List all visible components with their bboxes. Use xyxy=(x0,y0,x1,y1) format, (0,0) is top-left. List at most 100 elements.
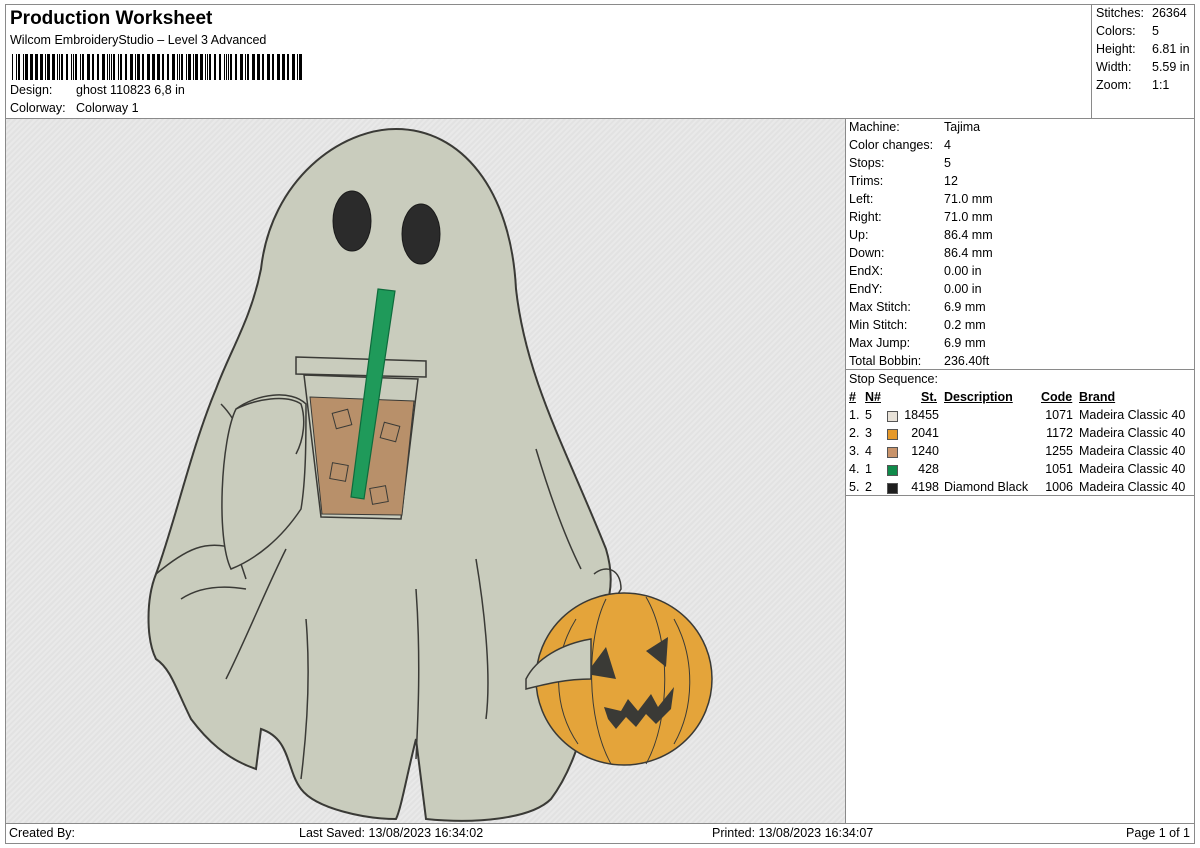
stop-needle: 4 xyxy=(865,444,872,458)
colorway-row: Colorway: Colorway 1 xyxy=(10,101,139,115)
info-value: 6.9 mm xyxy=(944,300,986,314)
ghost-left-eye xyxy=(332,190,372,252)
summary-label: Width: xyxy=(1096,60,1132,74)
summary-row: Width: 5.59 in xyxy=(1096,60,1190,74)
info-label: EndY: xyxy=(849,282,883,296)
info-row: Down: 86.4 mm xyxy=(849,246,993,264)
summary-value: 6.81 in xyxy=(1152,42,1190,56)
page-number: Page 1 of 1 xyxy=(1126,826,1190,840)
stop-index: 3. xyxy=(849,444,860,458)
info-row: Up: 86.4 mm xyxy=(849,228,993,246)
col-header-code: Code xyxy=(1041,390,1073,404)
summary-value: 1:1 xyxy=(1152,78,1170,92)
worksheet-header: Production Worksheet Wilcom EmbroiderySt… xyxy=(5,4,1092,119)
created-by: Created By: xyxy=(9,826,76,840)
info-value: 0.00 in xyxy=(944,264,982,278)
stop-index: 5. xyxy=(849,480,860,494)
summary-row: Height: 6.81 in xyxy=(1096,42,1190,56)
thread-color-swatch xyxy=(887,465,898,476)
design-label: Design: xyxy=(10,83,53,97)
stop-sequence-row: 3. 4 1240 1255 Madeira Classic 40 xyxy=(846,444,1194,462)
info-row: Max Jump: 6.9 mm xyxy=(849,336,986,354)
ghost-right-eye xyxy=(401,203,441,265)
summary-row: Zoom: 1:1 xyxy=(1096,78,1169,92)
stop-description: Diamond Black xyxy=(944,480,1029,494)
info-label: Min Stitch: xyxy=(849,318,908,332)
stop-index: 2. xyxy=(849,426,860,440)
stop-index: 1. xyxy=(849,408,860,422)
info-row: EndX: 0.00 in xyxy=(849,264,982,282)
worksheet-footer: Created By: Last Saved: 13/08/2023 16:34… xyxy=(5,823,1195,844)
info-value: 86.4 mm xyxy=(944,228,993,242)
machine-info-panel: Machine: Tajima Color changes: 4 Stops: 5 Trim… xyxy=(845,118,1195,824)
info-label: Max Stitch: xyxy=(849,300,911,314)
thread-color-swatch xyxy=(887,483,898,494)
info-value: 0.00 in xyxy=(944,282,982,296)
stop-needle: 2 xyxy=(865,480,872,494)
info-label: Max Jump: xyxy=(849,336,911,350)
summary-box: Stitches: 26364 Colors: 5 Height: 6.81 in W… xyxy=(1091,4,1195,119)
design-preview xyxy=(5,118,846,824)
summary-label: Height: xyxy=(1096,42,1136,56)
col-header-description: Description xyxy=(944,390,1013,404)
info-label: Trims: xyxy=(849,174,884,188)
info-label: Right: xyxy=(849,210,882,224)
stop-stitches: 428 xyxy=(918,462,939,476)
info-row: Left: 71.0 mm xyxy=(849,192,993,210)
info-row: Max Stitch: 6.9 mm xyxy=(849,300,986,318)
divider xyxy=(846,369,1194,370)
info-row: Min Stitch: 0.2 mm xyxy=(849,318,986,336)
info-value: 5 xyxy=(944,156,951,170)
col-header-needle: N# xyxy=(865,390,881,404)
page-title: Production Worksheet xyxy=(10,8,213,29)
info-label: Color changes: xyxy=(849,138,934,152)
info-row: Machine: Tajima xyxy=(849,120,980,138)
info-row: Trims: 12 xyxy=(849,174,958,192)
info-label: Up: xyxy=(849,228,869,242)
summary-value: 26364 xyxy=(1152,6,1187,20)
stop-code: 1255 xyxy=(1045,444,1073,458)
col-header-index: # xyxy=(849,390,856,404)
info-value: 86.4 mm xyxy=(944,246,993,260)
info-value: 236.40ft xyxy=(944,354,990,368)
stop-needle: 3 xyxy=(865,426,872,440)
info-row: Color changes: 4 xyxy=(849,138,951,156)
stop-stitches: 4198 xyxy=(911,480,939,494)
stop-index: 4. xyxy=(849,462,860,476)
info-value: 4 xyxy=(944,138,951,152)
col-header-brand: Brand xyxy=(1079,390,1116,404)
software-name: Wilcom EmbroideryStudio – Level 3 Advanc… xyxy=(10,33,267,47)
stop-code: 1071 xyxy=(1045,408,1073,422)
stop-stitches: 18455 xyxy=(904,408,939,422)
design-value: ghost 110823 6,8 in xyxy=(76,83,185,97)
summary-label: Stitches: xyxy=(1096,6,1144,20)
stop-needle: 5 xyxy=(865,408,872,422)
divider xyxy=(846,495,1194,496)
stop-sequence-row: 4. 1 428 1051 Madeira Classic 40 xyxy=(846,462,1194,480)
summary-value: 5.59 in xyxy=(1152,60,1190,74)
stop-code: 1051 xyxy=(1045,462,1073,476)
stop-brand: Madeira Classic 40 xyxy=(1079,408,1186,422)
stop-stitches: 2041 xyxy=(911,426,939,440)
thread-color-swatch xyxy=(887,447,898,458)
design-row: Design: ghost 110823 6,8 in xyxy=(10,83,185,97)
info-value: 12 xyxy=(944,174,958,188)
stop-code: 1172 xyxy=(1046,426,1073,440)
info-value: 71.0 mm xyxy=(944,210,993,224)
stop-brand: Madeira Classic 40 xyxy=(1079,480,1186,494)
info-label: EndX: xyxy=(849,264,884,278)
info-value: 6.9 mm xyxy=(944,336,986,350)
stop-brand: Madeira Classic 40 xyxy=(1079,462,1186,476)
thread-color-swatch xyxy=(887,411,898,422)
summary-label: Colors: xyxy=(1096,24,1136,38)
stop-sequence-row: 2. 3 2041 1172 Madeira Classic 40 xyxy=(846,426,1194,444)
summary-value: 5 xyxy=(1152,24,1159,38)
stop-brand: Madeira Classic 40 xyxy=(1079,426,1186,440)
info-label: Machine: xyxy=(849,120,900,134)
info-row: Right: 71.0 mm xyxy=(849,210,993,228)
info-label: Left: xyxy=(849,192,874,206)
summary-row: Colors: 5 xyxy=(1096,24,1159,38)
thread-color-swatch xyxy=(887,429,898,440)
cup-lid xyxy=(295,356,427,378)
printed-date: Printed: 13/08/2023 16:34:07 xyxy=(712,826,874,840)
